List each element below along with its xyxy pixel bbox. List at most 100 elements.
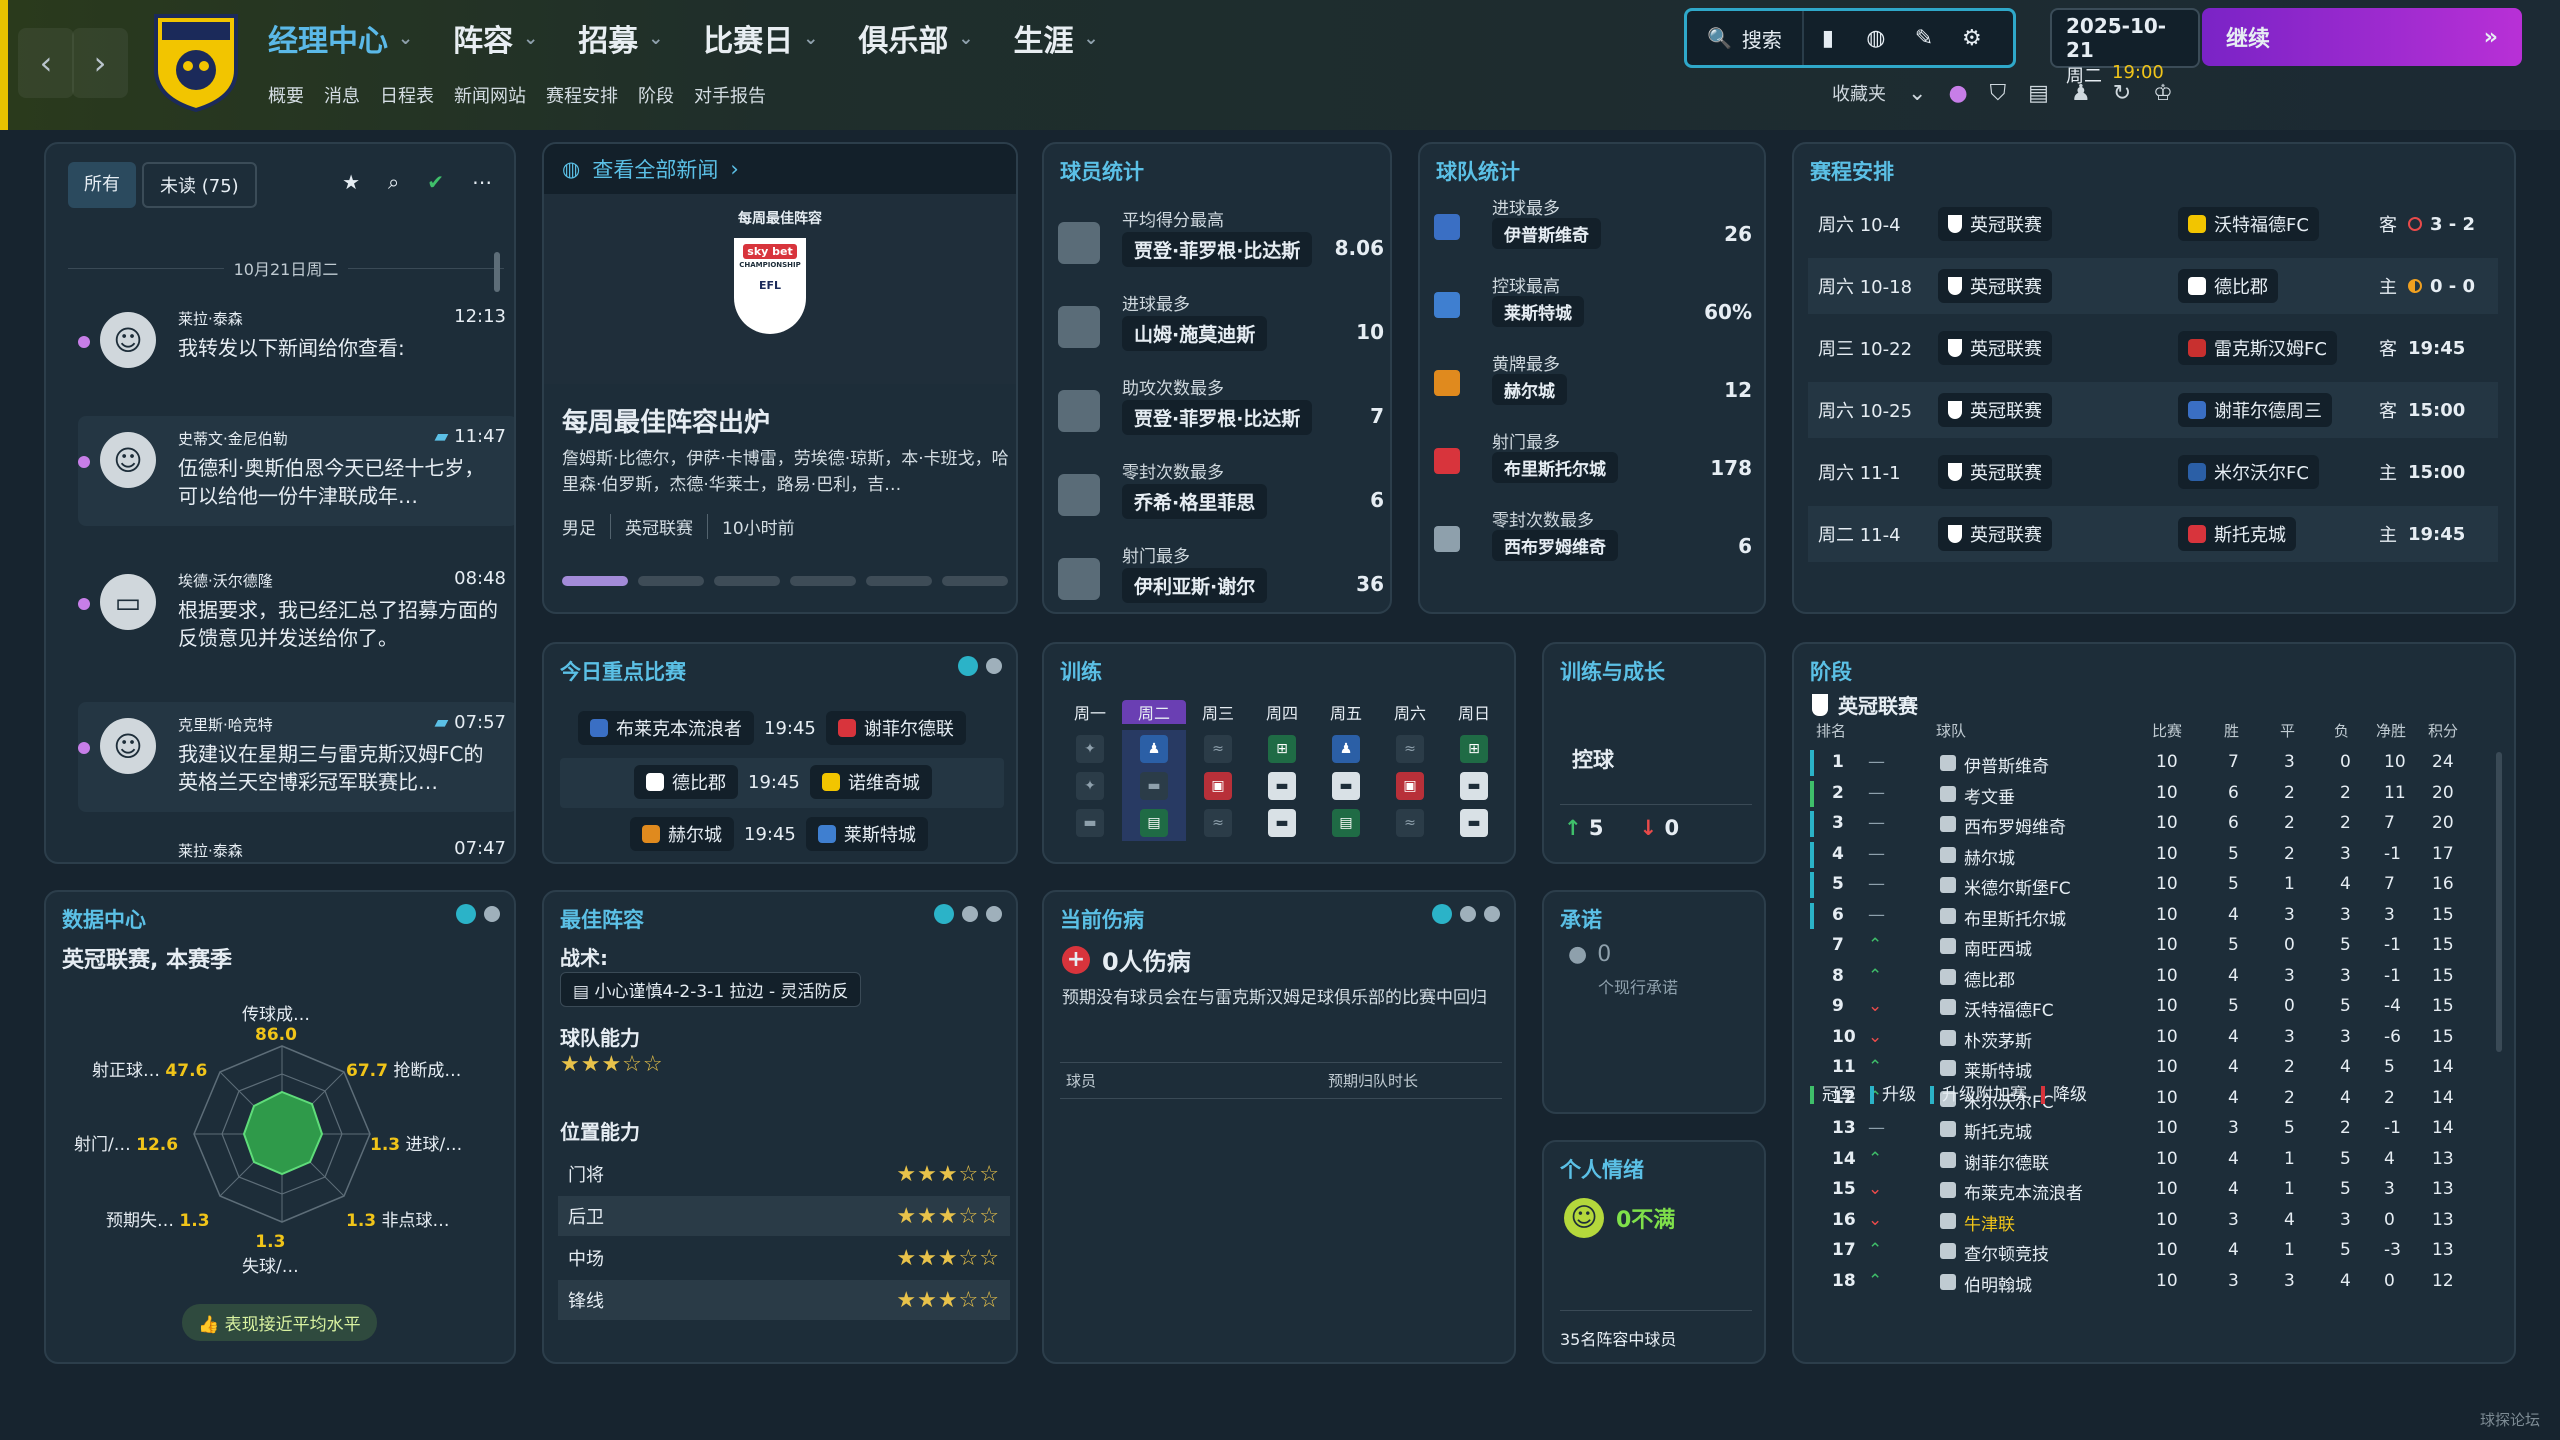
- table-row[interactable]: ⌃ 7 南旺西城 10 5 0 5 -1 15: [1810, 931, 2460, 961]
- table-cell-team[interactable]: 查尔顿竞技: [1964, 1240, 2049, 1265]
- table-cell-team[interactable]: 考文垂: [1964, 783, 2015, 808]
- table-cell-team[interactable]: 伯明翰城: [1964, 1271, 2032, 1296]
- star-icon[interactable]: ★: [342, 170, 360, 194]
- subnav-overview[interactable]: 概要: [268, 82, 304, 108]
- fixture-row[interactable]: 周六 10-18 英冠联赛 德比郡 主 0 - 0: [1808, 258, 2498, 314]
- nav-matchday[interactable]: 比赛日 ⌄: [703, 16, 818, 60]
- table-cell-team[interactable]: 谢菲尔德联: [1964, 1149, 2049, 1174]
- forward-arrow-icon[interactable]: ›: [72, 28, 128, 98]
- fixture-row[interactable]: 周六 10-25 英冠联赛 谢菲尔德周三 客 15:00: [1808, 382, 2498, 438]
- check-icon[interactable]: ✔: [427, 170, 444, 194]
- news-carousel-indicator[interactable]: [562, 576, 1008, 586]
- inbox-message[interactable]: ▭ 埃德·沃尔德隆 08:48 根据要求，我已经汇总了招募方面的反馈意见并发送给…: [78, 558, 514, 668]
- key-match-row[interactable]: 德比郡 19:45 诺维奇城: [634, 760, 932, 804]
- club-crest-icon[interactable]: [152, 12, 240, 112]
- nav-club[interactable]: 俱乐部 ⌄: [858, 16, 973, 60]
- stat-row[interactable]: 射门最多 伊利亚斯·谢尔 36: [1058, 542, 1384, 612]
- subnav-inbox[interactable]: 消息: [324, 82, 360, 108]
- training-growth-panel[interactable]: 训练与成长 控球 ↑ 5 ↓ 0: [1542, 642, 1766, 864]
- fixture-row[interactable]: 周六 11-1 英冠联赛 米尔沃尔FC 主 15:00: [1808, 444, 2498, 500]
- nav-career[interactable]: 生涯 ⌄: [1013, 16, 1098, 60]
- subnav-fixtures[interactable]: 赛程安排: [546, 82, 618, 108]
- table-row[interactable]: — 1 伊普斯维奇 10 7 3 0 10 24: [1810, 748, 2460, 778]
- refresh-icon[interactable]: ↻: [2113, 81, 2131, 106]
- stat-row[interactable]: 平均得分最高 贾登·菲罗根·比达斯 8.06: [1058, 206, 1384, 288]
- table-cell-team[interactable]: 朴茨茅斯: [1964, 1027, 2032, 1052]
- table-row[interactable]: — 3 西布罗姆维奇 10 6 2 2 7 20: [1810, 809, 2460, 839]
- clipboard-icon[interactable]: ▤: [2028, 81, 2049, 106]
- shirt-icon[interactable]: ⛉: [1990, 81, 2007, 106]
- table-row[interactable]: — 5 米德尔斯堡FC 10 5 1 4 7 16: [1810, 870, 2460, 900]
- best-xi-panel[interactable]: 最佳阵容 战术: ▤ 小心谨慎4-2-3-1 拉边 - 灵活防反 球队能力 ★★…: [542, 890, 1018, 1364]
- inbox-message[interactable]: ☺ 莱拉·泰森 12:13 我转发以下新闻给你查看:: [78, 296, 514, 406]
- stat-row[interactable]: 助攻次数最多 贾登·菲罗根·比达斯 7: [1058, 374, 1384, 456]
- table-row[interactable]: ⌃ 17 查尔顿竞技 10 4 1 5 -3 13: [1810, 1236, 2460, 1266]
- subnav-opposition[interactable]: 对手报告: [694, 82, 766, 108]
- table-cell-team[interactable]: 斯托克城: [1964, 1118, 2032, 1143]
- table-row[interactable]: ⌃ 18 伯明翰城 10 3 3 4 0 12: [1810, 1267, 2460, 1297]
- tactic-chip[interactable]: ▤ 小心谨慎4-2-3-1 拉边 - 灵活防反: [560, 972, 862, 1007]
- pencil-icon[interactable]: ✎: [1900, 11, 1948, 65]
- table-cell-team[interactable]: 布莱克本流浪者: [1964, 1179, 2083, 1204]
- bookmark-icon[interactable]: ▮: [1804, 11, 1852, 65]
- mood-panel[interactable]: 个人情绪 ☺ 0不满 35名阵容中球员: [1542, 1140, 1766, 1364]
- nav-manager-center[interactable]: 经理中心 ⌄: [268, 16, 413, 60]
- search-button[interactable]: 🔍 搜索: [1687, 11, 1804, 65]
- table-row[interactable]: ⌄ 9 沃特福德FC 10 5 0 5 -4 15: [1810, 992, 2460, 1022]
- scrollbar[interactable]: [2496, 752, 2502, 1052]
- fixture-row[interactable]: 周六 10-4 英冠联赛 沃特福德FC 客 3 - 2: [1808, 196, 2498, 252]
- table-row[interactable]: ⌃ 11 莱斯特城 10 4 2 4 5 14: [1810, 1053, 2460, 1083]
- table-cell-team[interactable]: 沃特福德FC: [1964, 996, 2054, 1021]
- fixture-row[interactable]: 周三 10-22 英冠联赛 雷克斯汉姆FC 客 19:45: [1808, 320, 2498, 376]
- table-row[interactable]: ⌃ 8 德比郡 10 4 3 3 -1 15: [1810, 962, 2460, 992]
- inbox-message[interactable]: ☺ 克里斯·哈克特 ▰ 07:57 我建议在星期三与雷克斯汉姆FC的英格兰天空博…: [78, 702, 514, 812]
- promises-panel[interactable]: 承诺 ● 0 个现行承诺: [1542, 890, 1766, 1114]
- table-row[interactable]: — 2 考文垂 10 6 2 2 11 20: [1810, 779, 2460, 809]
- search-icon[interactable]: ⌕: [388, 170, 399, 194]
- inbox-message[interactable]: ☺ 史蒂文·金尼伯勒 ▰ 11:47 伍德利·奥斯伯恩今天已经十七岁，可以给他一…: [78, 416, 514, 526]
- table-row[interactable]: — 4 赫尔城 10 5 2 3 -1 17: [1810, 840, 2460, 870]
- table-cell-team[interactable]: 布里斯托尔城: [1964, 905, 2066, 930]
- stat-row[interactable]: 零封次数最多 乔希·格里菲思 6: [1058, 458, 1384, 540]
- table-cell-team[interactable]: 赫尔城: [1964, 844, 2015, 869]
- table-row[interactable]: — 13 斯托克城 10 3 5 2 -1 14: [1810, 1114, 2460, 1144]
- table-row[interactable]: ⌄ 16 牛津联 10 3 4 3 0 13: [1810, 1206, 2460, 1236]
- league-name[interactable]: 英冠联赛: [1812, 690, 1918, 719]
- scrollbar[interactable]: [494, 252, 500, 292]
- team-stat-row[interactable]: 射门最多 布里斯托尔城 178: [1434, 428, 1752, 506]
- more-icon[interactable]: ⋯: [472, 170, 492, 194]
- team-stat-row[interactable]: 控球最高 莱斯特城 60%: [1434, 272, 1752, 350]
- chat-icon[interactable]: ●: [1948, 81, 1967, 106]
- table-cell-team[interactable]: 南旺西城: [1964, 935, 2032, 960]
- gear-icon[interactable]: ⚙: [1948, 11, 1996, 65]
- table-cell-team[interactable]: 牛津联: [1964, 1210, 2015, 1235]
- favorites-dropdown[interactable]: 收藏夹: [1832, 80, 1886, 106]
- nav-squad[interactable]: 阵容 ⌄: [453, 16, 538, 60]
- subnav-news[interactable]: 新闻网站: [454, 82, 526, 108]
- globe-icon[interactable]: ◍: [1852, 11, 1900, 65]
- subnav-stage[interactable]: 阶段: [638, 82, 674, 108]
- inbox-message[interactable]: 莱拉·泰森 07:47: [78, 838, 514, 862]
- carousel-dots[interactable]: [958, 656, 1002, 676]
- key-match-row[interactable]: 赫尔城 19:45 莱斯特城: [630, 812, 928, 856]
- injuries-panel[interactable]: 当前伤病 + 0人伤病 预期没有球员会在与雷克斯汉姆足球俱乐部的比赛中回归 球员…: [1042, 890, 1516, 1364]
- back-arrow-icon[interactable]: ‹: [18, 28, 74, 98]
- table-cell-team[interactable]: 莱斯特城: [1964, 1057, 2032, 1082]
- table-cell-team[interactable]: 伊普斯维奇: [1964, 752, 2049, 777]
- all-news-link[interactable]: ◍ 查看全部新闻 ›: [544, 144, 1016, 194]
- nav-recruit[interactable]: 招募 ⌄: [578, 16, 663, 60]
- tab-unread[interactable]: 未读 (75): [142, 162, 257, 208]
- training-schedule-grid[interactable]: ✦ ♟ ≈ ⊞ ♟ ≈ ⊞ ✦ ▬ ▣ ▬ ▬ ▣ ▬ ▬ ▤ ≈ ▬ ▤ ≈ ▬: [1058, 730, 1506, 841]
- data-hub-panel[interactable]: 数据中心 英冠联赛, 本赛季 传球成… 86.0 67.7 抢断成… 1.3 进球…: [44, 890, 516, 1364]
- subnav-calendar[interactable]: 日程表: [380, 82, 434, 108]
- stat-row[interactable]: 进球最多 山姆·施莫迪斯 10: [1058, 290, 1384, 372]
- key-match-row[interactable]: 布莱克本流浪者 19:45 谢菲尔德联: [578, 706, 966, 750]
- tab-all[interactable]: 所有: [68, 162, 136, 208]
- team-stat-row[interactable]: 零封次数最多 西布罗姆维奇 6: [1434, 506, 1752, 584]
- table-cell-team[interactable]: 西布罗姆维奇: [1964, 813, 2066, 838]
- team-stat-row[interactable]: 进球最多 伊普斯维奇 26: [1434, 194, 1752, 272]
- table-cell-team[interactable]: 米德尔斯堡FC: [1964, 874, 2071, 899]
- chevron-down-icon[interactable]: ⌄: [1908, 81, 1926, 106]
- people-icon[interactable]: ♟: [2071, 81, 2091, 106]
- team-stat-row[interactable]: 黄牌最多 赫尔城 12: [1434, 350, 1752, 428]
